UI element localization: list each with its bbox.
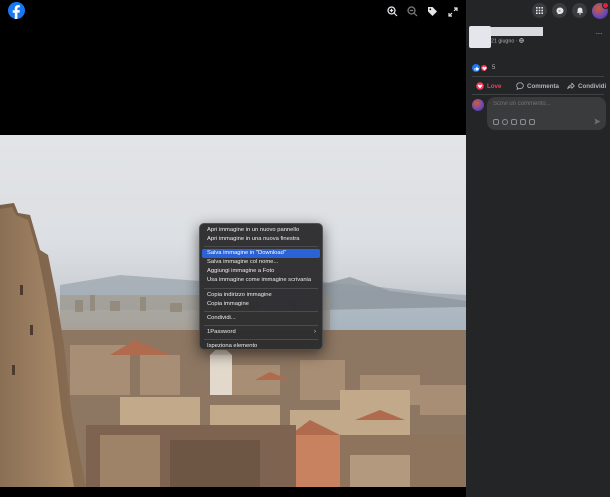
menu-item-copy-image-address[interactable]: Copia indirizzo immagine [202,291,320,300]
share-label: Condividi [578,82,607,90]
commenter-avatar[interactable] [472,99,484,111]
menu-item-save-as[interactable]: Salva immagine col nome... [202,258,320,267]
menu-item-save-to-downloads[interactable]: Salva immagine in "Download" [202,249,320,259]
love-button[interactable]: Love [472,82,516,90]
facebook-logo-icon[interactable] [8,2,25,19]
reactions-count: 5 [492,65,496,71]
share-button[interactable]: Condividi [567,82,606,90]
love-icon [476,82,484,90]
photo-viewer: Apri immagine in un nuovo pannello Apri … [0,0,466,497]
reactions-summary[interactable]: 5 [472,64,495,72]
divider [472,94,604,95]
menu-item-1password[interactable]: 1Password › [202,328,320,337]
menu-separator [204,310,318,312]
gif-icon[interactable] [520,119,526,125]
menu-separator [204,324,318,326]
avatar-sticker-icon[interactable] [529,119,535,125]
menu-item-add-to-photos[interactable]: Aggiungi immagine a Foto [202,267,320,276]
more-options-icon[interactable]: ··· [596,29,603,38]
comment-composer [472,97,606,130]
post-actions: Love Commenta Condividi [472,80,610,92]
post-author-avatar[interactable] [469,26,491,48]
menu-item-1password-label: 1Password [207,328,236,335]
menu-item-share[interactable]: Condividi... [202,314,320,323]
post-date-text: 21 giugno · [491,38,519,45]
tag-icon[interactable] [426,5,439,18]
share-icon [567,82,575,90]
like-reaction-icon [472,64,480,72]
send-icon[interactable] [594,118,601,125]
camera-icon[interactable] [511,119,517,125]
post-author-name-redacted[interactable] [491,27,543,36]
comment-label: Commenta [527,82,559,90]
zoom-out-icon[interactable] [406,5,419,18]
messenger-icon[interactable] [552,3,567,18]
menu-separator [204,246,318,248]
globe-icon [519,38,524,43]
menu-grid-icon[interactable] [532,3,547,18]
menu-item-open-new-window[interactable]: Apri immagine in una nuova finestra [202,235,320,244]
fullscreen-icon[interactable] [446,5,459,18]
sticker-icon[interactable] [493,119,499,125]
emoji-icon[interactable] [502,119,508,125]
facebook-f-glyph [12,5,20,19]
post-date[interactable]: 21 giugno · [491,38,524,45]
sidebar-top-icons [532,2,609,19]
comment-tools [493,119,535,125]
context-menu: Apri immagine in un nuovo pannello Apri … [199,223,323,350]
menu-item-copy-image[interactable]: Copia immagine [202,300,320,309]
notifications-bell-icon[interactable] [572,3,587,18]
divider [472,76,604,77]
menu-item-inspect-element[interactable]: Ispeziona elemento [202,342,320,351]
comment-box[interactable] [487,97,606,130]
zoom-in-icon[interactable] [386,5,399,18]
menu-item-use-as-desktop[interactable]: Usa immagine come immagine scrivania [202,276,320,285]
menu-separator [204,287,318,289]
menu-separator [204,338,318,340]
comment-icon [516,82,524,90]
viewer-toolbar [386,5,459,18]
post-sidebar: 21 giugno · ··· 5 Love Commenta Condivid… [466,0,610,497]
love-reaction-icon [480,64,488,72]
menu-item-open-new-tab[interactable]: Apri immagine in un nuovo pannello [202,226,320,235]
submenu-arrow-icon: › [314,328,316,335]
comment-input[interactable] [493,101,593,107]
comment-button[interactable]: Commenta [516,82,567,90]
profile-avatar[interactable] [592,2,609,19]
love-label: Love [487,82,502,90]
